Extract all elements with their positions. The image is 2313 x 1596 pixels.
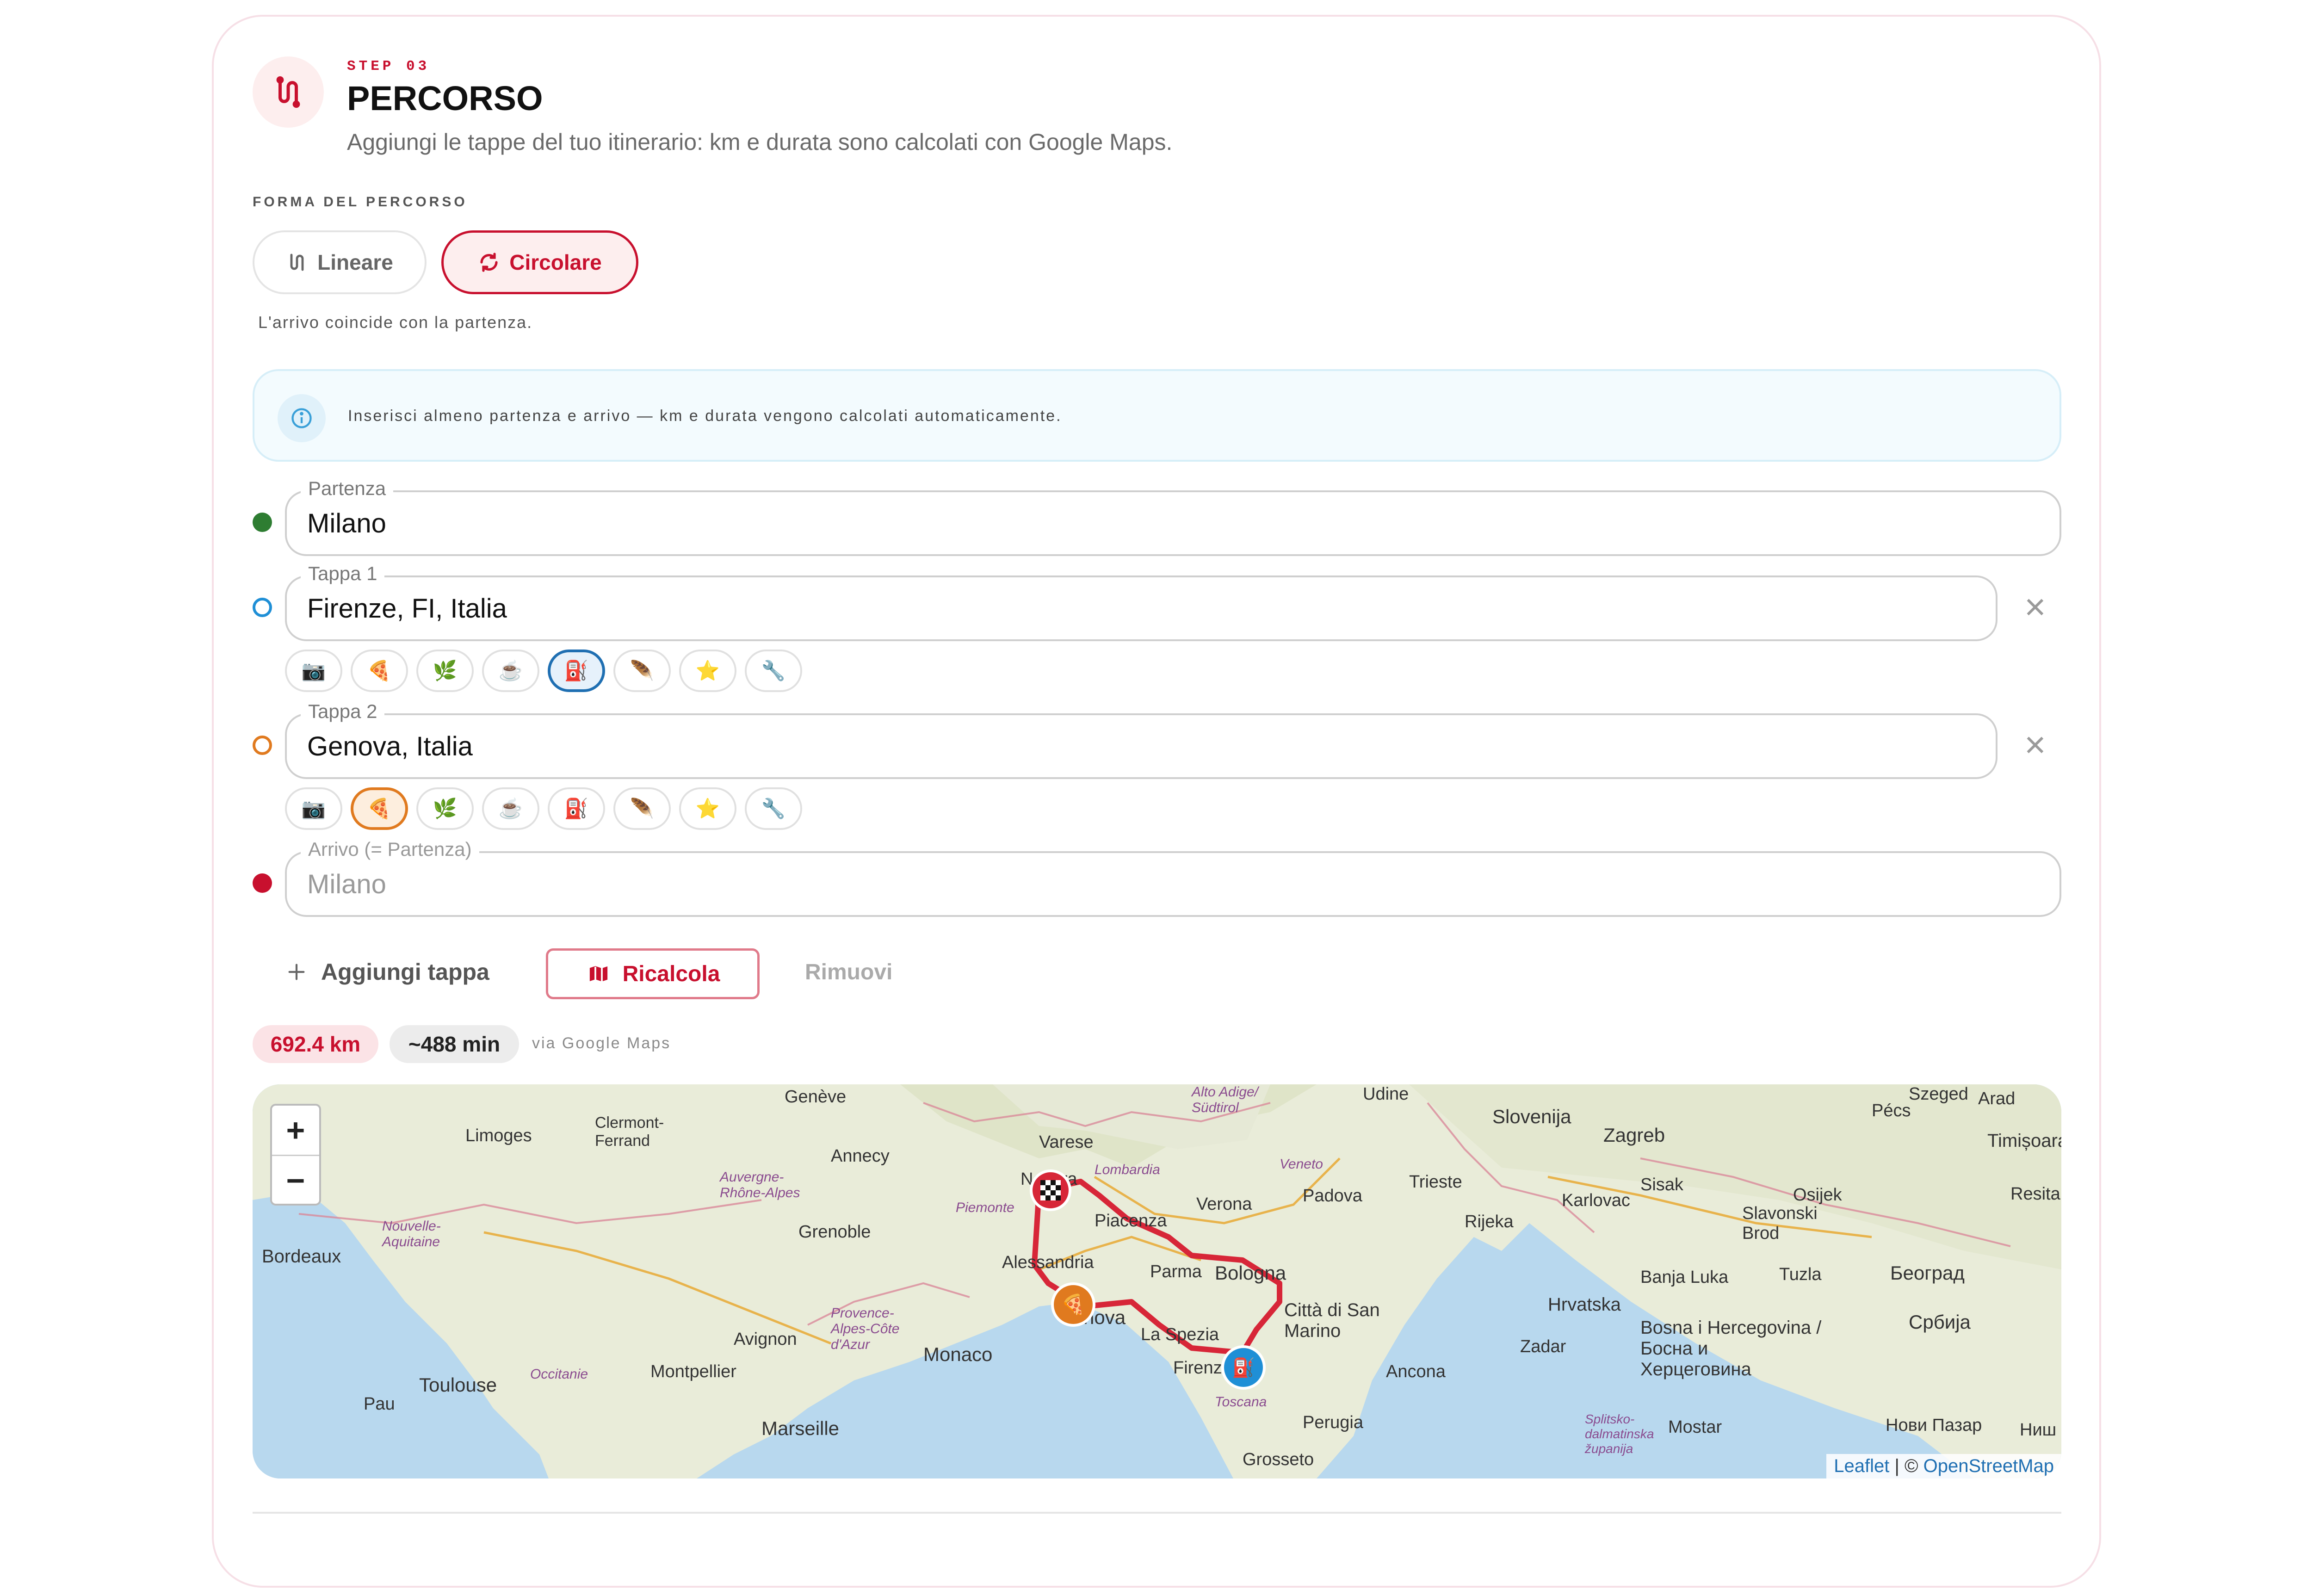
info-text: Inserisci almeno partenza e arrivo — km … (348, 407, 1062, 425)
plus-icon (288, 964, 305, 980)
map-attribution: Leaflet | © OpenStreetMap (1826, 1454, 2061, 1478)
stop1-chip-nature[interactable]: 🌿 (416, 650, 474, 692)
coffee-icon: ☕ (498, 659, 523, 681)
end-marker-dot (253, 873, 272, 893)
camera-icon: 📷 (301, 797, 326, 819)
wrench-icon: 🔧 (761, 797, 786, 819)
end-legend: Arrivo (= Partenza) (301, 838, 479, 860)
stop1-chip-fuel[interactable]: ⛽ (548, 650, 605, 692)
stop2-chip-pass[interactable]: 🪶 (613, 787, 671, 830)
stop1-chip-coffee[interactable]: ☕ (482, 650, 539, 692)
distance-badge: 692.4 km (253, 1025, 378, 1063)
start-field[interactable] (285, 490, 2061, 556)
map-zoom-control: + − (270, 1104, 321, 1206)
recalculate-label: Ricalcola (622, 961, 720, 986)
duration-badge: ~488 min (390, 1025, 519, 1063)
stop1-chip-food[interactable]: 🍕 (351, 650, 408, 692)
page-title: PERCORSO (347, 79, 543, 118)
stop2-field[interactable] (285, 713, 1998, 779)
herb-icon: 🌿 (433, 659, 458, 681)
stop1-field[interactable] (285, 575, 1998, 641)
route-shape-label: FORMA DEL PERCORSO (253, 194, 468, 210)
circular-shape-label: Circolare (509, 250, 602, 274)
stop2-chip-coffee[interactable]: ☕ (482, 787, 539, 830)
shape-note: L'arrivo coincide con la partenza. (258, 313, 533, 332)
herb-icon: 🌿 (433, 797, 458, 819)
stop1-marker-dot (253, 598, 272, 617)
osm-link[interactable]: OpenStreetMap (1923, 1456, 2054, 1476)
leaflet-link[interactable]: Leaflet (1834, 1456, 1889, 1476)
coffee-icon: ☕ (498, 797, 523, 819)
route-step-icon (253, 56, 324, 128)
stop2-chip-food[interactable]: 🍕 (351, 787, 408, 830)
stop1-category-chips: 📷 🍕 🌿 ☕ ⛽ 🪶 ⭐ 🔧 (285, 650, 802, 692)
remove-button[interactable]: Rimuovi (805, 959, 892, 985)
zoom-in-button[interactable]: + (272, 1106, 319, 1156)
end-field[interactable] (285, 851, 2061, 917)
linear-shape-button[interactable]: Lineare (253, 230, 427, 294)
section-divider (253, 1512, 2061, 1514)
stop1-map-marker[interactable]: ⛽ (1221, 1345, 1266, 1390)
refresh-icon (480, 253, 498, 272)
stop2-chip-fuel[interactable]: ⛽ (548, 787, 605, 830)
stop1-chip-photo[interactable]: 📷 (285, 650, 342, 692)
stop2-category-chips: 📷 🍕 🌿 ☕ ⛽ 🪶 ⭐ 🔧 (285, 787, 802, 830)
stop2-marker-dot (253, 736, 272, 755)
star-icon: ⭐ (695, 659, 720, 681)
start-marker-dot (253, 513, 272, 532)
finish-flag-marker[interactable] (1030, 1169, 1071, 1211)
remove-stop1-close-icon[interactable]: × (2024, 588, 2046, 625)
start-legend: Partenza (301, 477, 394, 500)
route-map[interactable]: Genève Limoges Clermont- Ferrand Annecy A… (253, 1084, 2061, 1478)
stats-source: via Google Maps (532, 1034, 671, 1052)
remove-stop2-close-icon[interactable]: × (2024, 726, 2046, 763)
stop2-legend: Tappa 2 (301, 700, 385, 723)
stop1-value: Firenze, FI, Italia (307, 594, 507, 624)
zoom-out-button[interactable]: − (272, 1156, 319, 1205)
map-icon (588, 964, 609, 984)
feather-icon: 🪶 (630, 659, 655, 681)
add-stop-label: Aggiungi tappa (321, 959, 489, 985)
stop2-chip-photo[interactable]: 📷 (285, 787, 342, 830)
pizza-icon: 🍕 (367, 659, 392, 681)
circular-shape-button[interactable]: Circolare (441, 230, 638, 294)
attribution-separator: | © (1889, 1456, 1923, 1476)
camera-icon: 📷 (301, 659, 326, 681)
fuel-icon: ⛽ (564, 797, 589, 819)
page-subtitle: Aggiungi le tappe del tuo itinerario: km… (347, 129, 1173, 155)
stop1-chip-wrench[interactable]: 🔧 (745, 650, 802, 692)
step-label: STEP 03 (347, 58, 430, 74)
start-value: Milano (307, 508, 386, 538)
stop2-map-marker[interactable]: 🍕 (1051, 1282, 1095, 1327)
linear-shape-label: Lineare (317, 250, 393, 274)
stop2-chip-wrench[interactable]: 🔧 (745, 787, 802, 830)
feather-icon: 🪶 (630, 797, 655, 819)
pizza-icon: 🍕 (367, 797, 392, 819)
fuel-icon: ⛽ (564, 659, 589, 681)
star-icon: ⭐ (695, 797, 720, 819)
wrench-icon: 🔧 (761, 659, 786, 681)
pizza-icon: 🍕 (1061, 1293, 1086, 1315)
info-icon (278, 394, 326, 442)
stop2-chip-nature[interactable]: 🌿 (416, 787, 474, 830)
add-stop-button[interactable]: Aggiungi tappa (286, 959, 489, 985)
route-icon (290, 254, 304, 271)
end-placeholder: Milano (307, 869, 386, 899)
checkered-flag-icon (1040, 1180, 1061, 1200)
stop2-value: Genova, Italia (307, 731, 473, 761)
recalculate-button[interactable]: Ricalcola (546, 948, 760, 999)
fuel-icon: ⛽ (1232, 1357, 1255, 1378)
stop2-chip-star[interactable]: ⭐ (679, 787, 736, 830)
stop1-chip-star[interactable]: ⭐ (679, 650, 736, 692)
stop1-chip-pass[interactable]: 🪶 (613, 650, 671, 692)
stop1-legend: Tappa 1 (301, 563, 385, 585)
